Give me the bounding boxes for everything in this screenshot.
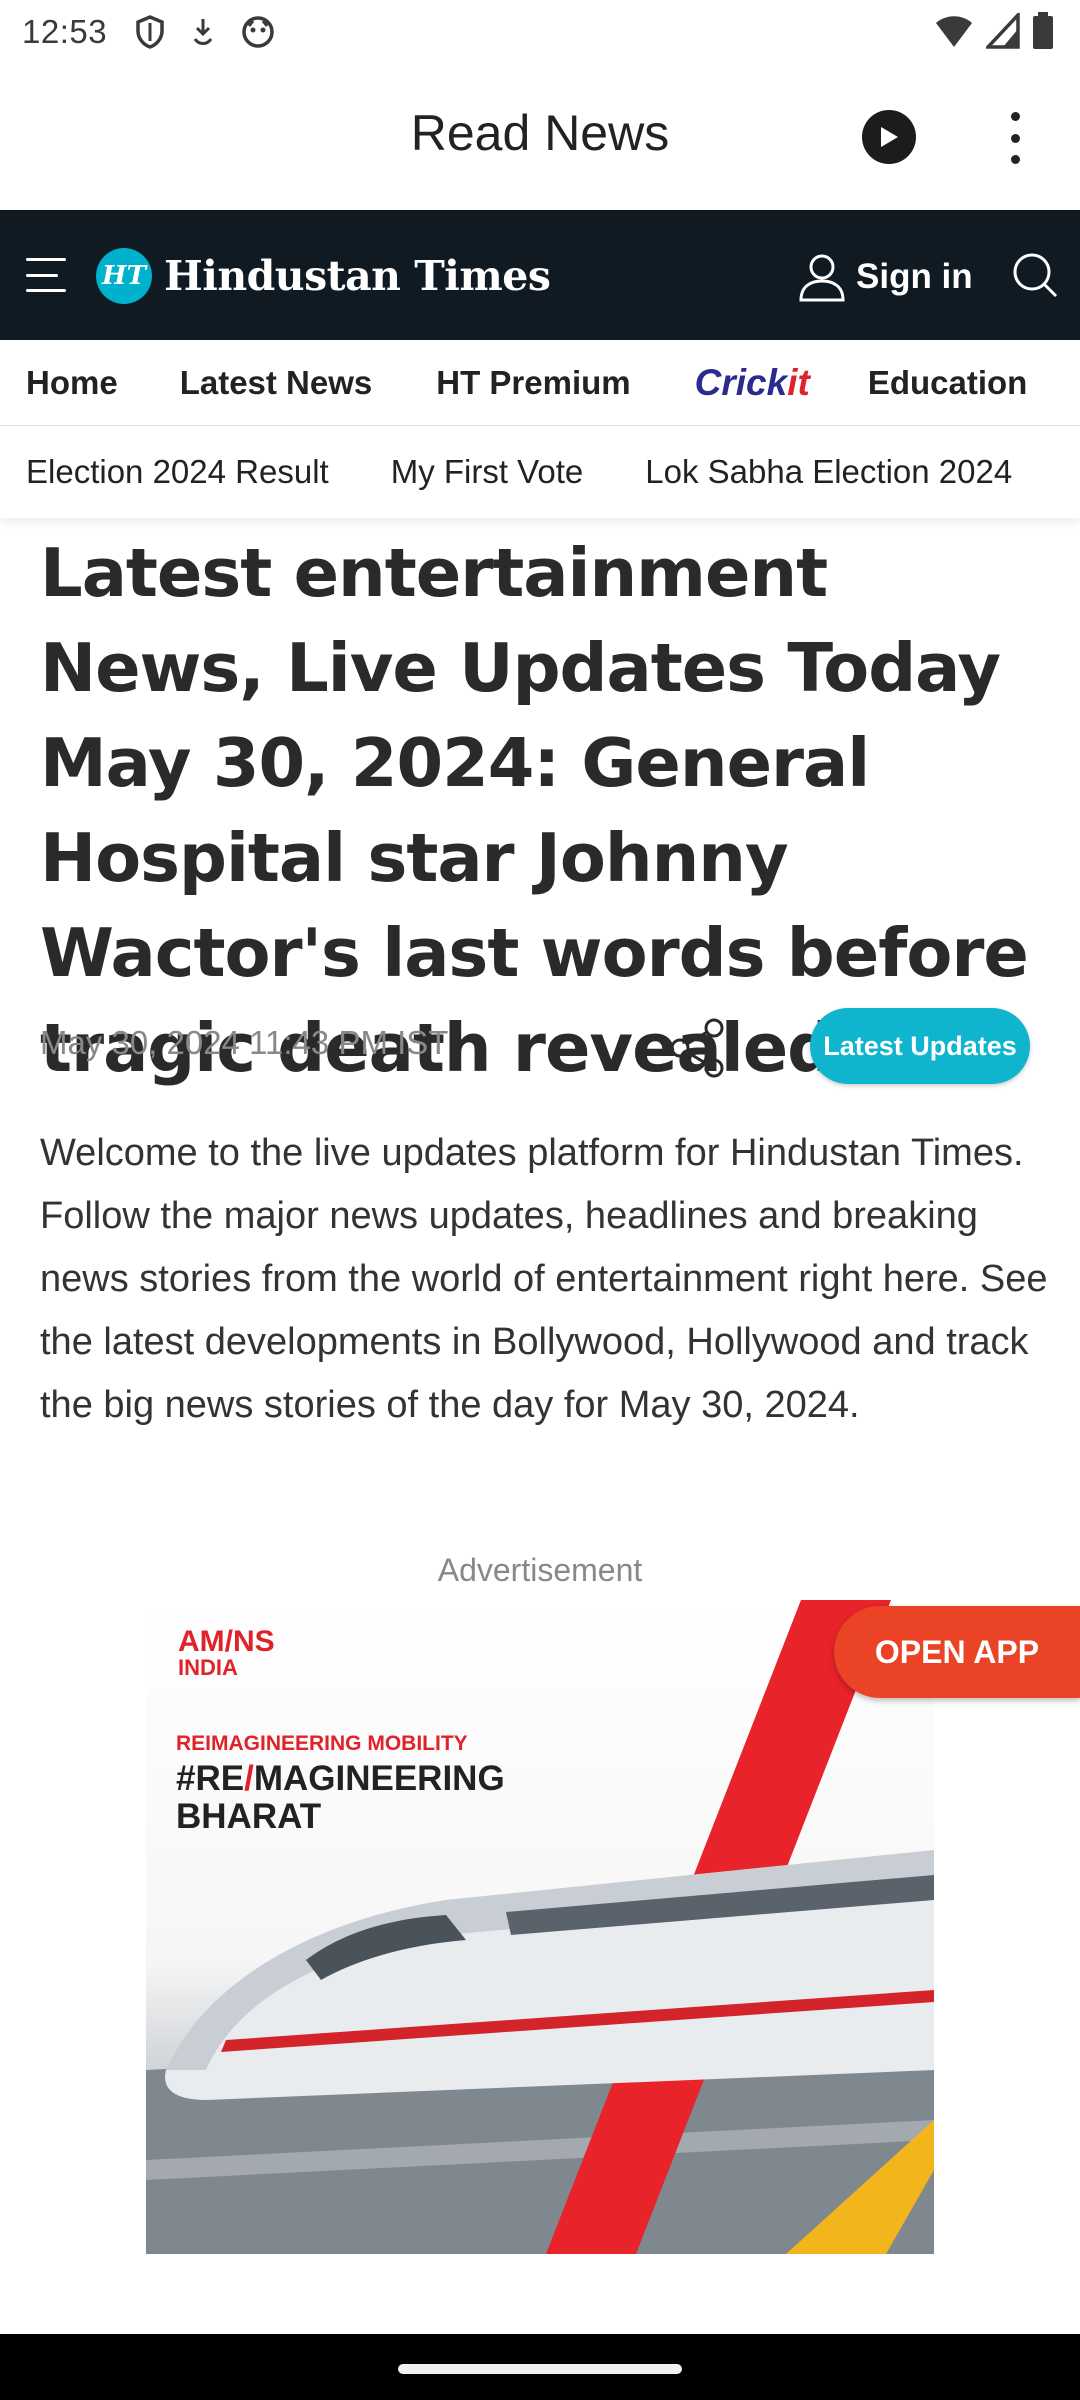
article-summary: Welcome to the live updates platform for… [40,1132,1048,1426]
battery-icon [1033,12,1053,49]
cellular-signal-icon [986,13,1020,49]
nav-item-latest-news[interactable]: Latest News [154,364,373,402]
menu-line [26,289,66,292]
more-dot-icon [1010,133,1020,143]
nav-item-home[interactable]: Home [0,364,118,402]
ad-brand-line1: AM/NS [178,1625,275,1658]
wifi-icon [936,16,972,47]
sign-in-label: Sign in [856,257,973,296]
ad-tagline: REIMAGINEERING MOBILITY [176,1732,468,1755]
advertisement-banner[interactable]: AM/NS INDIA REIMAGINEERING MOBILITY #RE/… [146,1600,934,2254]
nav-item-my-first-vote[interactable]: My First Vote [365,453,584,491]
app-bar: Read News [0,64,1080,210]
gesture-navigation-bar [0,2334,1080,2400]
share-icon[interactable] [666,1016,730,1080]
search-icon[interactable] [1010,250,1060,300]
nav-item-education[interactable]: Education [852,364,1028,402]
article-meta: May 30, 2024 11:43 PM IST Latest Updates [40,1008,1040,1088]
menu-line [26,273,58,277]
download-icon [193,19,213,45]
ad-headline-line2: BHARAT [176,1797,322,1836]
open-app-button[interactable]: OPEN APP [834,1606,1080,1698]
status-notification-icons [135,15,275,49]
ad-headline-part2: MAGINEERING [253,1759,505,1798]
status-bar: 12:53 [0,0,1080,64]
ad-headline-slash: / [244,1759,254,1798]
status-system-icons [934,12,1054,50]
secondary-nav: Election 2024 Result My First Vote Lok S… [0,426,1080,518]
ad-headline-part1: #RE [176,1759,245,1798]
app-notification-icon [242,16,274,48]
site-header: HT Hindustan Times Sign in [0,210,1080,340]
status-time: 12:53 [22,13,108,50]
crickit-logo-main: Crick [694,361,788,403]
nav-item-election-result[interactable]: Election 2024 Result [0,453,329,491]
nav-item-lok-sabha-election[interactable]: Lok Sabha Election 2024 [619,453,1012,491]
crickit-logo-suffix: it [787,361,810,403]
app-title: Read News [410,105,670,161]
user-icon [799,254,845,302]
more-options-button[interactable] [1000,108,1030,168]
ad-headline: #RE/MAGINEERING BHARAT [176,1760,505,1836]
nav-item-ht-premium[interactable]: HT Premium [410,364,630,402]
shield-icon [136,15,164,49]
ht-logo-wordmark: Hindustan Times [164,252,551,300]
ad-train-image [146,1600,934,2254]
home-gesture-handle[interactable] [398,2364,682,2374]
ht-logo-badge: HT [96,248,152,304]
sign-in-button[interactable]: Sign in [798,250,973,304]
ad-label: Advertisement [437,1552,643,1588]
article-date: May 30, 2024 11:43 PM IST [40,1024,449,1061]
nav-item-crickit-logo[interactable]: Crickit [695,362,810,404]
more-dot-icon [1010,112,1020,121]
latest-updates-button[interactable]: Latest Updates [810,1008,1030,1084]
play-icon [881,127,898,147]
ad-brand-line2: INDIA [178,1655,238,1680]
ad-brand-logo: AM/NS INDIA [178,1625,275,1680]
play-button[interactable] [862,110,916,164]
site-logo[interactable]: HT Hindustan Times [96,246,551,306]
more-dot-icon [1010,155,1020,164]
primary-nav: Home Latest News HT Premium Crickit Educ… [0,340,1080,426]
menu-line [26,258,66,261]
menu-icon[interactable] [26,258,66,292]
